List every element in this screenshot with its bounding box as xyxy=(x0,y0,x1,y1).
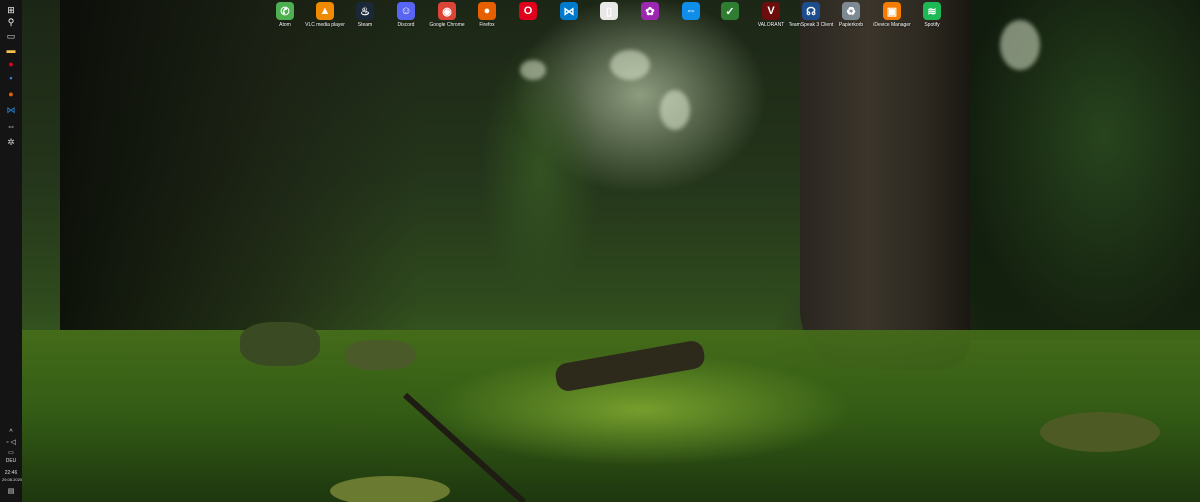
desktop-shortcut[interactable]: ♨ Steam xyxy=(342,2,388,28)
desktop-shortcut[interactable]: ✿ xyxy=(627,2,673,22)
opera-taskbar-icon[interactable]: ● xyxy=(5,58,17,70)
chrome-icon: ◉ xyxy=(438,2,456,20)
language-indicator[interactable]: DEU xyxy=(2,458,20,464)
volume-icon[interactable]: ◦ ◁ xyxy=(2,439,20,446)
tree-trunk xyxy=(800,0,970,370)
start-icon[interactable]: ⊞ xyxy=(5,4,17,16)
tree-middle xyxy=(480,40,600,300)
spotify-icon: ≋ xyxy=(923,2,941,20)
visual-studio-code-icon: ⋈ xyxy=(560,2,578,20)
teamviewer-icon: ⇔ xyxy=(682,2,700,20)
steam-icon: ♨ xyxy=(356,2,374,20)
grass-ground xyxy=(0,330,1200,502)
desktop-shortcut[interactable]: ● Firefox xyxy=(464,2,510,28)
tree-right xyxy=(960,0,1200,340)
teamviewer-taskbar-icon[interactable]: ⇔ xyxy=(5,120,17,132)
teamspeak-icon: ☊ xyxy=(802,2,820,20)
vscode-taskbar-icon[interactable]: ⋈ xyxy=(5,104,17,116)
atom-icon: ✆ xyxy=(276,2,294,20)
app-icon: ✓ xyxy=(721,2,739,20)
vlc-icon: ▲ xyxy=(316,2,334,20)
desktop-shortcut-label: Firefox xyxy=(479,22,495,28)
opera-icon: O xyxy=(519,2,537,20)
desktop-shortcut[interactable]: ▯ xyxy=(586,2,632,22)
light-spot xyxy=(660,90,690,130)
clock-date[interactable]: 29.08.2020 xyxy=(2,477,22,483)
recycle-bin-icon: ♻ xyxy=(842,2,860,20)
colorful-app-icon: ✿ xyxy=(641,2,659,20)
settings-taskbar-icon[interactable]: ✲ xyxy=(5,136,17,148)
moss-rock xyxy=(240,322,320,366)
firefox-taskbar-icon[interactable]: ● xyxy=(5,88,17,100)
file-icon: ▯ xyxy=(600,2,618,20)
moss-rock xyxy=(345,340,415,370)
light-spot xyxy=(520,60,546,80)
valorant-icon: V xyxy=(762,2,780,20)
search-icon[interactable]: ⚲ xyxy=(5,16,17,28)
taskbar: ⊞ ⚲ ▭ ▬ ● ▪ ● ⋈ ⇔ ✲ ^ ◦ ◁ ▭ DEU 22:46 29.08.2020 … xyxy=(0,0,22,502)
file-explorer-icon[interactable]: ▬ xyxy=(5,44,17,56)
clock-time[interactable]: 22:46 xyxy=(2,470,20,476)
desktop-shortcut[interactable]: ✓ xyxy=(707,2,753,22)
moss-rock xyxy=(330,476,450,502)
notification-icon[interactable]: ▤ xyxy=(2,488,20,495)
light-spot xyxy=(610,50,650,80)
desktop-shortcut[interactable]: O xyxy=(505,2,551,22)
tray-chevron-icon[interactable]: ^ xyxy=(2,429,20,436)
app-taskbar-icon[interactable]: ▪ xyxy=(5,72,17,84)
firefox-icon: ● xyxy=(478,2,496,20)
desktop-shortcut-label: Spotify xyxy=(924,22,940,28)
task-view-icon[interactable]: ▭ xyxy=(5,30,17,42)
light-spot xyxy=(1000,20,1040,70)
network-icon[interactable]: ▭ xyxy=(2,450,20,456)
desktop-shortcut-label: Papierkorb xyxy=(838,22,864,28)
moss-rock xyxy=(1040,412,1160,452)
idevice-manager-icon: ▣ xyxy=(883,2,901,20)
desktop-shortcut[interactable]: ☺ Discord xyxy=(383,2,429,28)
desktop-shortcut[interactable]: ♻ Papierkorb xyxy=(828,2,874,28)
desktop-shortcut[interactable]: ≋ Spotify xyxy=(909,2,955,28)
dark-tree-left xyxy=(60,0,420,330)
desktop-wallpaper xyxy=(0,0,1200,502)
desktop-shortcut-label: Steam xyxy=(357,22,373,28)
desktop-shortcut-label: Discord xyxy=(397,22,415,28)
discord-icon: ☺ xyxy=(397,2,415,20)
